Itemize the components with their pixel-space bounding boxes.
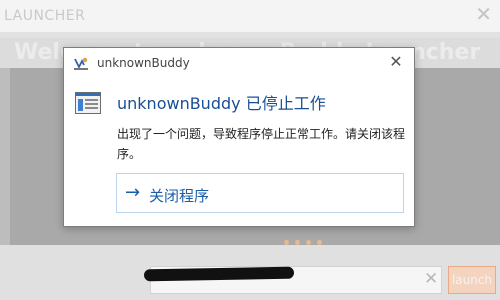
loading-dots	[284, 240, 322, 246]
error-dialog: unknownBuddy ✕ unknownBuddy 已停止工作 出现了一个问…	[63, 47, 415, 227]
dialog-titlebar: unknownBuddy ✕	[64, 48, 414, 78]
loading-dot	[306, 240, 311, 245]
program-window-icon	[75, 92, 101, 114]
dialog-heading: unknownBuddy 已停止工作	[117, 94, 326, 113]
launch-button[interactable]: launch	[448, 266, 496, 294]
launcher-title: LAUNCHER	[4, 8, 86, 24]
loading-dot	[284, 240, 289, 245]
loading-dot	[295, 240, 300, 245]
close-program-button[interactable]: → 关闭程序	[116, 173, 404, 213]
clear-input-icon[interactable]: ✕	[424, 269, 438, 289]
launcher-close-icon[interactable]: ✕	[475, 4, 492, 24]
dialog-message: 出现了一个问题，导致程序停止正常工作。请关闭该程序。	[117, 127, 406, 161]
close-icon[interactable]: ✕	[387, 53, 405, 71]
arrow-right-icon: →	[125, 182, 141, 203]
dialog-title: unknownBuddy	[97, 56, 190, 70]
close-program-label: 关闭程序	[149, 187, 210, 205]
loading-dot	[317, 240, 322, 245]
app-icon	[74, 57, 88, 70]
launcher-titlebar: LAUNCHER ✕	[0, 0, 500, 32]
